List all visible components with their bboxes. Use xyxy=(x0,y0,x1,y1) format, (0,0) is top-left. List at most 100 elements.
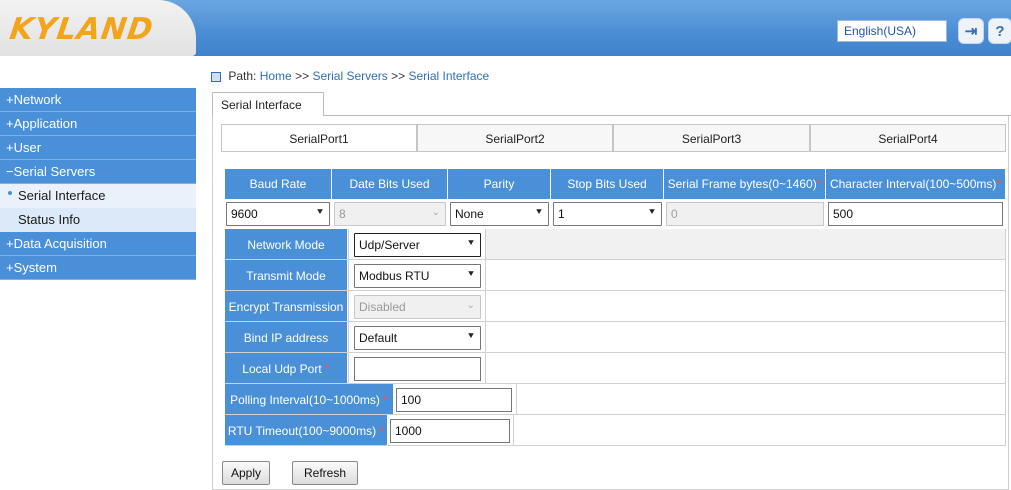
polling-interval-input[interactable]: 100 xyxy=(396,388,512,412)
select-value: Modbus RTU xyxy=(359,269,430,283)
sidebar-item-status-info[interactable]: Status Info xyxy=(0,208,196,232)
row-bind-ip: Bind IP address xyxy=(225,322,1006,353)
sidebar-item-system[interactable]: +System xyxy=(0,256,196,280)
col-stop-bits: Stop Bits Used xyxy=(551,169,664,199)
col-label: Date Bits Used xyxy=(349,177,430,191)
bind-ip-label: Bind IP address xyxy=(225,322,347,352)
grid-divider xyxy=(348,229,349,384)
select-value: 8 xyxy=(339,207,346,221)
row-local-udp-port: Local Udp Port * xyxy=(225,353,1006,384)
grid-divider xyxy=(1005,229,1006,446)
grid-divider xyxy=(513,415,514,446)
tab-serial-interface[interactable]: Serial Interface xyxy=(212,92,324,116)
data-bits-select: 8 ⌄ xyxy=(334,202,446,226)
select-value: Disabled xyxy=(359,300,406,314)
col-data-bits: Date Bits Used xyxy=(332,169,448,199)
row-network-mode: Network Mode xyxy=(225,229,1006,260)
col-label: Baud Rate xyxy=(249,177,307,191)
row-fill xyxy=(485,229,1006,259)
tab-serialport4[interactable]: SerialPort4 xyxy=(810,124,1006,152)
breadcrumb-separator: >> xyxy=(391,69,406,83)
sidebar-item-user[interactable]: +User xyxy=(0,136,196,160)
select-value: 9600 xyxy=(231,207,258,221)
rtu-timeout-input[interactable]: 1000 xyxy=(390,419,510,443)
chevron-down-icon: ⌄ xyxy=(431,207,440,218)
label-text: Local Udp Port xyxy=(242,362,322,376)
col-label: Serial Frame bytes(0~1460) xyxy=(667,177,817,191)
required-mark: * xyxy=(996,177,1002,191)
required-mark: * xyxy=(325,362,330,376)
breadcrumb-separator: >> xyxy=(295,69,310,83)
col-frame-bytes: Serial Frame bytes(0~1460)* xyxy=(664,169,826,199)
logo-area: KYLAND xyxy=(0,0,196,56)
select-value: None xyxy=(455,207,484,221)
char-interval-input[interactable]: 500 xyxy=(828,202,1003,226)
grid-divider xyxy=(516,384,517,415)
tab-serialport3[interactable]: SerialPort3 xyxy=(613,124,810,152)
chevron-down-icon: ⯆ xyxy=(316,207,324,218)
language-select[interactable]: English(USA) xyxy=(837,20,947,42)
col-label: Stop Bits Used xyxy=(567,177,647,191)
encrypt-label: Encrypt Transmission xyxy=(225,291,347,321)
refresh-button[interactable]: Refresh xyxy=(292,461,358,485)
select-value: 1 xyxy=(558,207,565,221)
encrypt-select: Disabled ⌄ xyxy=(354,295,481,319)
label-text: RTU Timeout(100~9000ms) xyxy=(227,424,377,438)
frame-bytes-input: 0 xyxy=(666,202,824,226)
network-mode-select[interactable]: Udp/Server ⯆ xyxy=(354,233,481,257)
top-header: KYLAND English(USA) ⇥ ? xyxy=(0,0,1011,56)
apply-button[interactable]: Apply xyxy=(222,461,270,485)
chevron-down-icon: ⯆ xyxy=(467,238,475,249)
logout-icon[interactable]: ⇥ xyxy=(958,18,984,44)
breadcrumb-serial-servers[interactable]: Serial Servers xyxy=(312,69,387,83)
label-text: Polling Interval(10~1000ms) xyxy=(230,393,380,407)
transmit-mode-label: Transmit Mode xyxy=(225,260,347,290)
local-udp-port-label: Local Udp Port * xyxy=(225,353,347,383)
breadcrumb-serial-interface[interactable]: Serial Interface xyxy=(409,69,490,83)
row-encrypt: Encrypt Transmission xyxy=(225,291,1006,322)
network-mode-label: Network Mode xyxy=(225,229,347,259)
tab-serialport2[interactable]: SerialPort2 xyxy=(417,124,613,152)
col-label: Parity xyxy=(483,177,515,191)
col-label: Character Interval(100~500ms) xyxy=(829,177,997,191)
polling-interval-label: Polling Interval(10~1000ms) * xyxy=(225,384,393,414)
path-square-icon xyxy=(211,71,221,82)
sidebar: +Network +Application +User −Serial Serv… xyxy=(0,56,196,488)
chevron-down-icon: ⯆ xyxy=(535,207,543,218)
chevron-down-icon: ⌄ xyxy=(466,300,475,311)
active-bullet-icon xyxy=(8,191,12,195)
breadcrumb: Path: Home >> Serial Servers >> Serial I… xyxy=(211,69,489,83)
col-baud-rate: Baud Rate xyxy=(225,169,332,199)
sidebar-item-label: Serial Interface xyxy=(18,188,106,203)
sidebar-item-serial-servers[interactable]: −Serial Servers xyxy=(0,160,196,184)
bind-ip-select[interactable]: Default ⯆ xyxy=(354,326,481,350)
sidebar-item-application[interactable]: +Application xyxy=(0,112,196,136)
sidebar-item-data-acquisition[interactable]: +Data Acquisition xyxy=(0,232,196,256)
row-rtu-timeout: RTU Timeout(100~9000ms) * xyxy=(225,415,1006,446)
required-mark: * xyxy=(816,177,822,191)
col-parity: Parity xyxy=(448,169,551,199)
sidebar-item-serial-interface[interactable]: Serial Interface xyxy=(0,184,196,208)
kyland-logo: KYLAND xyxy=(7,12,156,47)
sidebar-item-network[interactable]: +Network xyxy=(0,88,196,112)
row-transmit-mode: Transmit Mode xyxy=(225,260,1006,291)
tab-serialport1[interactable]: SerialPort1 xyxy=(221,124,417,152)
required-mark: * xyxy=(383,393,388,407)
required-mark: * xyxy=(379,424,385,438)
parity-select[interactable]: None ⯆ xyxy=(450,202,549,226)
grid-divider xyxy=(485,229,486,384)
chevron-down-icon: ⯆ xyxy=(467,331,475,342)
baud-rate-select[interactable]: 9600 ⯆ xyxy=(226,202,330,226)
transmit-mode-select[interactable]: Modbus RTU ⯆ xyxy=(354,264,481,288)
col-char-interval: Character Interval(100~500ms)* xyxy=(826,169,1006,199)
help-icon[interactable]: ? xyxy=(988,18,1011,44)
select-value: Udp/Server xyxy=(359,238,420,252)
breadcrumb-home[interactable]: Home xyxy=(260,69,292,83)
row-polling-interval: Polling Interval(10~1000ms) * xyxy=(225,384,1006,415)
stop-bits-select[interactable]: 1 ⯆ xyxy=(553,202,662,226)
chevron-down-icon: ⯆ xyxy=(648,207,656,218)
chevron-down-icon: ⯆ xyxy=(467,269,475,280)
rtu-timeout-label: RTU Timeout(100~9000ms) * xyxy=(225,415,387,445)
local-udp-port-input[interactable] xyxy=(354,357,481,381)
select-value: Default xyxy=(359,331,398,345)
